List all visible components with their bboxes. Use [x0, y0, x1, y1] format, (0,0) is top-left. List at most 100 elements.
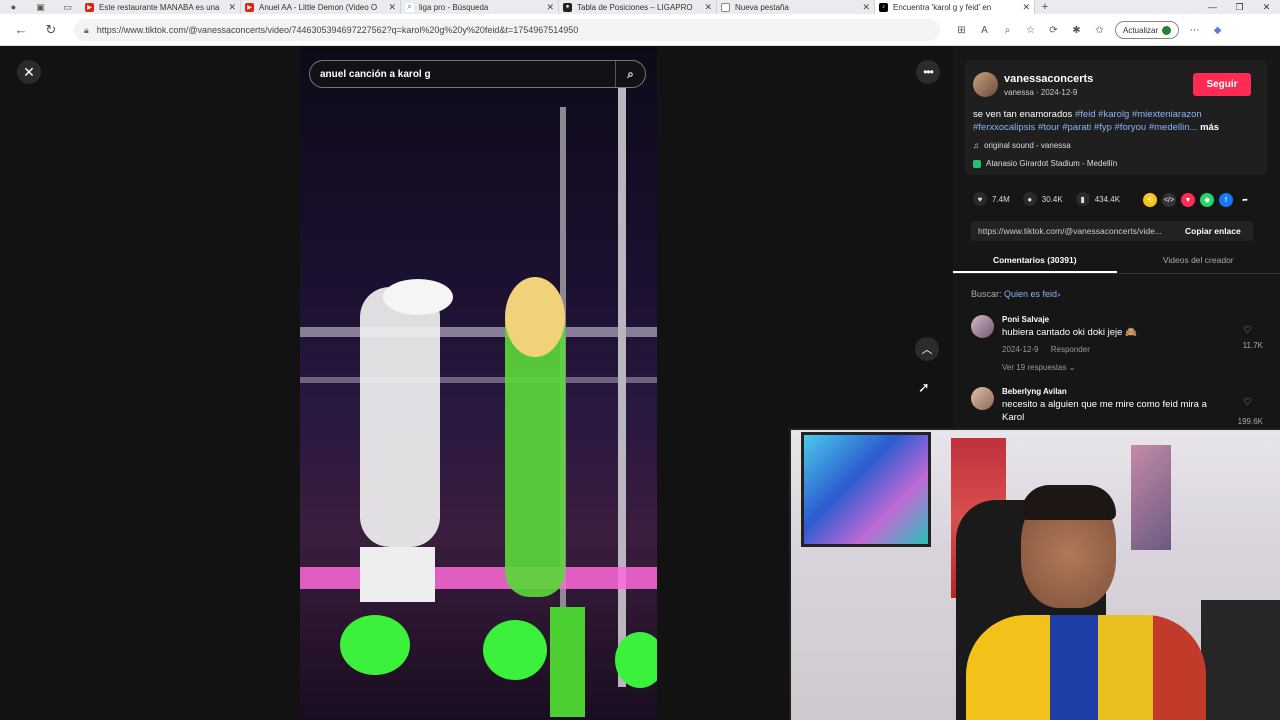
tab-creator-videos[interactable]: Videos del creador — [1117, 250, 1280, 273]
close-tab-icon[interactable]: ✕ — [704, 2, 712, 13]
favorites-icon[interactable]: ✩ — [1088, 25, 1111, 36]
comment-search: Buscar: Quien es feid⌕ — [971, 289, 1061, 300]
more-button[interactable]: más — [1200, 122, 1219, 133]
embed-icon[interactable]: </> — [1162, 193, 1176, 207]
close-tab-icon[interactable]: ✕ — [546, 2, 554, 13]
description-text: se ven tan enamorados — [973, 109, 1075, 120]
menu-icon[interactable]: ⋯ — [1183, 25, 1206, 36]
search-icon: ⌕ — [405, 2, 414, 12]
creator-username[interactable]: vanessaconcerts — [1004, 73, 1093, 85]
browser-tab[interactable]: ▶ Anuel AA - Little Demon (Video O ✕ — [241, 0, 401, 14]
tab-strip: ● ▣ ▭ ▶ Este restaurante MANABA es una ✕… — [0, 0, 1280, 14]
video-player[interactable] — [300, 47, 657, 720]
copy-link-button[interactable]: Copiar enlace — [1185, 226, 1241, 236]
mouse-cursor-icon: ➚ — [918, 379, 930, 395]
tab-title: Nueva pestaña — [735, 2, 789, 12]
copilot-icon[interactable]: ◆ — [1206, 25, 1229, 36]
comment-username[interactable]: Poni Salvaje — [1002, 315, 1049, 324]
tiktok-icon: ♪ — [879, 2, 888, 12]
tab-comments[interactable]: Comentarios (30391) — [953, 250, 1117, 273]
comment-text: hubiera cantado oki doki jeje 🙈 — [1002, 327, 1137, 338]
comment-date: 2024-12-9 — [1002, 345, 1039, 354]
browser-window: ● ▣ ▭ ▶ Este restaurante MANABA es una ✕… — [0, 0, 1280, 720]
description-tags[interactable]: #feid #karolg #miexteniarazon — [1075, 109, 1202, 120]
read-aloud-icon[interactable]: A — [973, 25, 996, 36]
view-replies-button[interactable]: Ver 19 respuestas ⌄ — [1002, 363, 1075, 372]
comment-search-query[interactable]: Quien es feid — [1004, 289, 1057, 299]
save-count: 434.4K — [1094, 194, 1121, 204]
location-row[interactable]: Atanasio Girardot Stadium - Medellín — [973, 159, 1117, 168]
lock-icon: 🔒︎ — [84, 24, 89, 35]
back-icon[interactable]: ← — [6, 22, 36, 37]
comment-stat[interactable]: ● 30.4K — [1022, 192, 1063, 206]
new-tab-icon — [721, 2, 730, 12]
app-available-icon[interactable]: ⊞ — [950, 25, 973, 36]
comment-text: necesito a alguien que me mire como feid… — [1002, 399, 1207, 423]
maximize-icon[interactable]: ❐ — [1226, 0, 1253, 14]
repost-icon[interactable]: ⟲ — [1143, 193, 1157, 207]
facebook-icon[interactable]: f — [1219, 193, 1233, 207]
extensions-icon[interactable]: ✱ — [1065, 25, 1088, 36]
favorite-star-icon[interactable]: ☆ — [1019, 25, 1042, 36]
share-link-url[interactable]: https://www.tiktok.com/@vanessaconcerts/… — [978, 226, 1175, 236]
minimize-icon[interactable]: — — [1199, 0, 1226, 14]
video-description: se ven tan enamorados #feid #karolg #mie… — [973, 108, 1263, 134]
heart-icon[interactable]: ♡ — [1243, 397, 1252, 408]
avatar[interactable] — [973, 72, 998, 97]
sound-row[interactable]: ♫ original sound - vanessa — [973, 141, 1071, 150]
reload-icon[interactable]: ↻ — [36, 22, 66, 38]
search-icon: ⌕ — [1057, 292, 1061, 299]
close-tab-icon[interactable]: ✕ — [228, 2, 236, 13]
tab-actions-icon[interactable]: ▭ — [54, 0, 81, 14]
browser-tab[interactable]: ⌕ liga pro - Búsqueda ✕ — [401, 0, 559, 14]
comment-meta: 2024-12-9 Responder — [1002, 345, 1090, 354]
youtube-icon: ▶ — [85, 2, 94, 12]
send-icon[interactable]: ▼ — [1181, 193, 1195, 207]
browser-tab[interactable]: ▶ Este restaurante MANABA es una ✕ — [81, 0, 241, 14]
bookmark-icon: ▮ — [1075, 192, 1090, 206]
comment-username[interactable]: Beberlyng Avilan — [1002, 387, 1067, 396]
whatsapp-icon[interactable]: ◉ — [1200, 193, 1214, 207]
comment-icon: ● — [1022, 192, 1037, 206]
tab-title: Este restaurante MANABA es una — [99, 2, 220, 12]
video-search-input[interactable]: anuel canción a karol g ⌕ — [309, 60, 646, 88]
background-cabinet — [1201, 600, 1280, 720]
heart-icon[interactable]: ♡ — [1243, 325, 1252, 336]
close-icon[interactable]: ✕ — [17, 60, 41, 84]
share-arrow-icon[interactable]: ➦ — [1238, 193, 1252, 207]
browser-tab-active[interactable]: ♪ Encuentra 'karol g y feid' en ✕ — [875, 0, 1035, 14]
close-window-icon[interactable]: ✕ — [1253, 0, 1280, 14]
follow-button[interactable]: Seguir — [1193, 73, 1251, 96]
new-tab-button[interactable]: + — [1035, 1, 1055, 13]
more-options-icon[interactable]: ••• — [916, 60, 940, 84]
comment-search-label: Buscar: — [971, 289, 1002, 299]
close-tab-icon[interactable]: ✕ — [388, 2, 396, 13]
search-icon[interactable]: ⌕ — [615, 61, 645, 87]
update-button[interactable]: Actualizar — [1115, 21, 1180, 39]
avatar[interactable] — [971, 387, 994, 410]
description-tags[interactable]: #ferxxocalipsis #tour #parati #fyp #fory… — [973, 122, 1197, 133]
close-tab-icon[interactable]: ✕ — [862, 2, 870, 13]
location-pin-icon — [973, 159, 981, 168]
save-stat[interactable]: ▮ 434.4K — [1075, 192, 1121, 206]
profile-icon[interactable]: ● — [0, 0, 27, 14]
browser-tab[interactable]: Nueva pestaña ✕ — [717, 0, 875, 14]
avatar[interactable] — [971, 315, 994, 338]
workspaces-icon[interactable]: ▣ — [27, 0, 54, 14]
like-stat[interactable]: ♥ 7.4M — [973, 192, 1010, 206]
background-tv — [801, 432, 931, 547]
comment-count: 30.4K — [1041, 194, 1063, 204]
comment-like-count: 11.7K — [1242, 341, 1263, 350]
close-tab-icon[interactable]: ✕ — [1022, 2, 1030, 13]
comment-item: Poni Salvaje hubiera cantado oki doki je… — [971, 315, 1263, 375]
reply-button[interactable]: Responder — [1051, 345, 1090, 354]
address-bar[interactable]: 🔒︎ https://www.tiktok.com/@vanessaconcer… — [74, 19, 940, 41]
streamer-jersey — [966, 615, 1206, 720]
browser-tab[interactable]: ● Tabla de Posiciones – LIGAPRO ✕ — [559, 0, 717, 14]
refresh-extension-icon[interactable]: ⟳ — [1042, 25, 1065, 36]
zoom-icon[interactable]: ⌕ — [996, 25, 1019, 36]
previous-video-icon[interactable]: ︿ — [915, 337, 939, 361]
sound-name: original sound - vanessa — [984, 141, 1071, 150]
creator-card: vanessaconcerts vanessa · 2024-12-9 Segu… — [965, 60, 1267, 175]
youtube-icon: ▶ — [245, 2, 254, 12]
